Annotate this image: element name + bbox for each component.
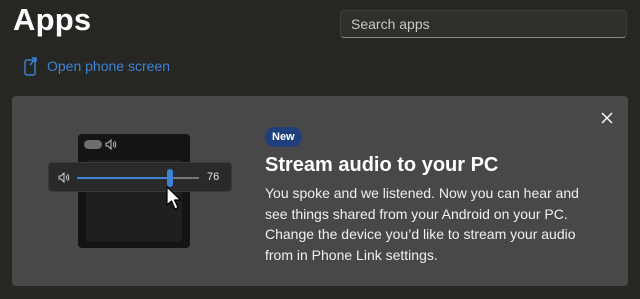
volume-icon	[58, 172, 70, 183]
volume-thumb	[166, 169, 173, 187]
search-placeholder: Search apps	[351, 16, 430, 32]
search-input[interactable]: Search apps	[340, 10, 627, 38]
volume-value: 76	[207, 171, 220, 183]
open-phone-screen-link[interactable]: Open phone screen	[22, 55, 170, 77]
open-phone-label: Open phone screen	[47, 58, 170, 74]
banner-title: Stream audio to your PC	[265, 154, 499, 176]
close-icon[interactable]	[599, 110, 615, 126]
phone-open-icon	[24, 57, 37, 76]
page-title: Apps	[13, 2, 92, 37]
toggle-pill	[84, 140, 102, 149]
banner-description: You spoke and we listened. Now you can h…	[265, 185, 579, 263]
volume-fill	[77, 177, 170, 179]
volume-slider-card: 76	[48, 162, 232, 192]
cursor-icon	[166, 186, 182, 210]
stream-audio-banner: 76 New Stream audio to your PC You spoke…	[12, 96, 628, 286]
new-badge: New	[265, 127, 302, 147]
volume-track	[77, 169, 199, 187]
speaker-icon	[105, 139, 117, 150]
